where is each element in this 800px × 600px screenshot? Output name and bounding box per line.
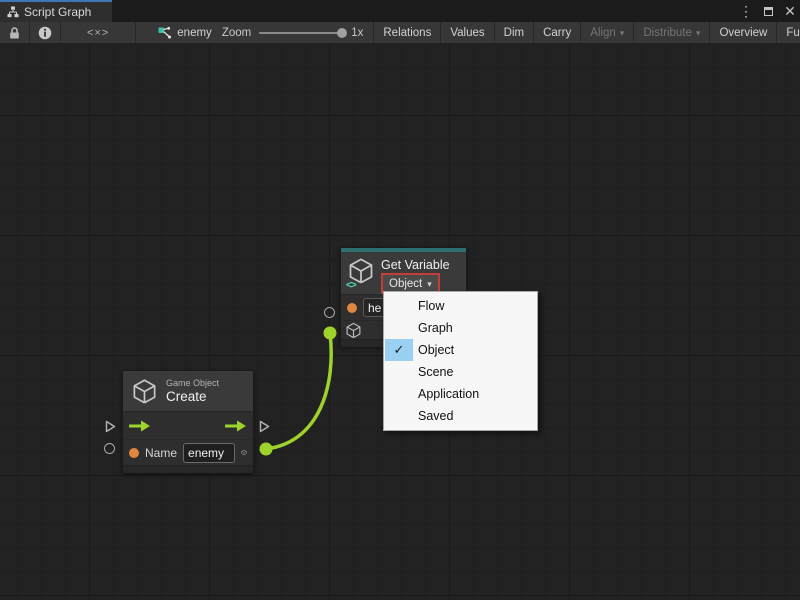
zoom-label: Zoom	[222, 27, 251, 39]
create-gameobject-node[interactable]: Game Object Create Name	[122, 370, 254, 473]
flow-output-port[interactable]	[259, 420, 270, 433]
connected-port-dot-output	[260, 443, 273, 456]
gameobject-cube-icon	[131, 378, 158, 405]
value-input-port[interactable]	[104, 443, 115, 454]
name-input-field[interactable]	[183, 443, 235, 463]
align-button: Align ▾	[581, 22, 634, 43]
chevron-down-icon: ▾	[696, 28, 701, 39]
lock-icon	[8, 26, 21, 40]
string-port-dot[interactable]	[129, 448, 139, 458]
name-param-label: Name	[145, 446, 177, 460]
variable-cube-icon: <>	[347, 257, 375, 289]
code-brackets-icon: <>	[346, 280, 356, 291]
info-icon	[38, 26, 52, 40]
align-label: Align	[590, 27, 616, 39]
connected-port-dot-input	[324, 327, 337, 340]
menu-item-application[interactable]: Application	[384, 383, 537, 405]
create-node-title: Create	[166, 389, 219, 405]
dim-button[interactable]: Dim	[495, 22, 534, 43]
window-menu-button[interactable]: ⋮	[738, 3, 754, 19]
flow-row	[123, 411, 253, 439]
graph-canvas[interactable]: <> Get Variable Object ▾	[0, 44, 800, 600]
distribute-button: Distribute ▾	[634, 22, 710, 43]
menu-item-flow[interactable]: Flow	[384, 295, 537, 317]
menu-item-graph[interactable]: Graph	[384, 317, 537, 339]
wire-gameobject-to-getvariable	[266, 333, 331, 449]
maximize-icon	[764, 7, 773, 16]
values-button[interactable]: Values	[441, 22, 494, 43]
gameobject-cube-icon	[345, 322, 362, 339]
flow-in-arrow-icon[interactable]	[129, 420, 151, 432]
variable-kind-value: Object	[389, 278, 422, 290]
gameobject-output-cube-icon[interactable]	[241, 444, 247, 461]
graph-hierarchy-icon	[7, 6, 19, 18]
edit-script-button[interactable]: <×>	[61, 22, 136, 43]
overview-button[interactable]: Overview	[710, 22, 777, 43]
create-node-category: Game Object	[166, 378, 219, 389]
tab-script-graph[interactable]: Script Graph	[0, 0, 112, 22]
string-port-dot[interactable]	[347, 303, 357, 313]
window-close-button[interactable]: ✕	[782, 3, 798, 19]
window-maximize-button[interactable]	[760, 3, 776, 19]
relations-button[interactable]: Relations	[373, 22, 441, 43]
menu-item-scene[interactable]: Scene	[384, 361, 537, 383]
breadcrumb-label: enemy	[177, 27, 212, 39]
window-controls: ⋮ ✕	[738, 0, 798, 22]
tab-title: Script Graph	[24, 5, 91, 19]
value-input-port[interactable]	[324, 307, 335, 318]
chevron-down-icon: ▾	[620, 28, 625, 39]
distribute-label: Distribute	[643, 27, 692, 39]
zoom-slider-thumb[interactable]	[337, 28, 347, 38]
get-variable-title: Get Variable	[381, 257, 450, 273]
graph-asset-icon	[158, 27, 172, 39]
zoom-slider[interactable]	[259, 32, 343, 34]
create-node-footer	[123, 465, 253, 473]
lock-button[interactable]	[0, 22, 30, 43]
get-variable-header: <> Get Variable Object ▾	[341, 252, 466, 294]
breadcrumb[interactable]: enemy	[148, 22, 222, 43]
full-screen-button[interactable]: Full Screen	[777, 22, 800, 43]
menu-item-saved[interactable]: Saved	[384, 405, 537, 427]
graph-toolbar: <×> enemy Zoom 1x Relations Values Dim C…	[0, 22, 800, 44]
zoom-control: Zoom 1x	[222, 22, 374, 43]
chevron-down-icon: ▾	[427, 279, 432, 290]
check-icon: ✓	[385, 339, 413, 361]
flow-input-port[interactable]	[105, 420, 116, 433]
info-button[interactable]	[30, 22, 61, 43]
name-param-row: Name	[123, 439, 253, 465]
menu-item-object[interactable]: ✓ Object	[384, 339, 537, 361]
code-icon: <×>	[87, 27, 109, 39]
create-node-header: Game Object Create	[123, 371, 253, 411]
zoom-value: 1x	[351, 27, 363, 39]
tab-bar: Script Graph ⋮ ✕	[0, 0, 800, 22]
variable-kind-menu: Flow Graph ✓ Object Scene Application Sa…	[383, 291, 538, 431]
script-graph-window: Script Graph ⋮ ✕ <×>	[0, 0, 800, 600]
carry-button[interactable]: Carry	[534, 22, 581, 43]
flow-out-arrow-icon[interactable]	[225, 420, 247, 432]
menu-item-object-label: Object	[418, 343, 454, 357]
